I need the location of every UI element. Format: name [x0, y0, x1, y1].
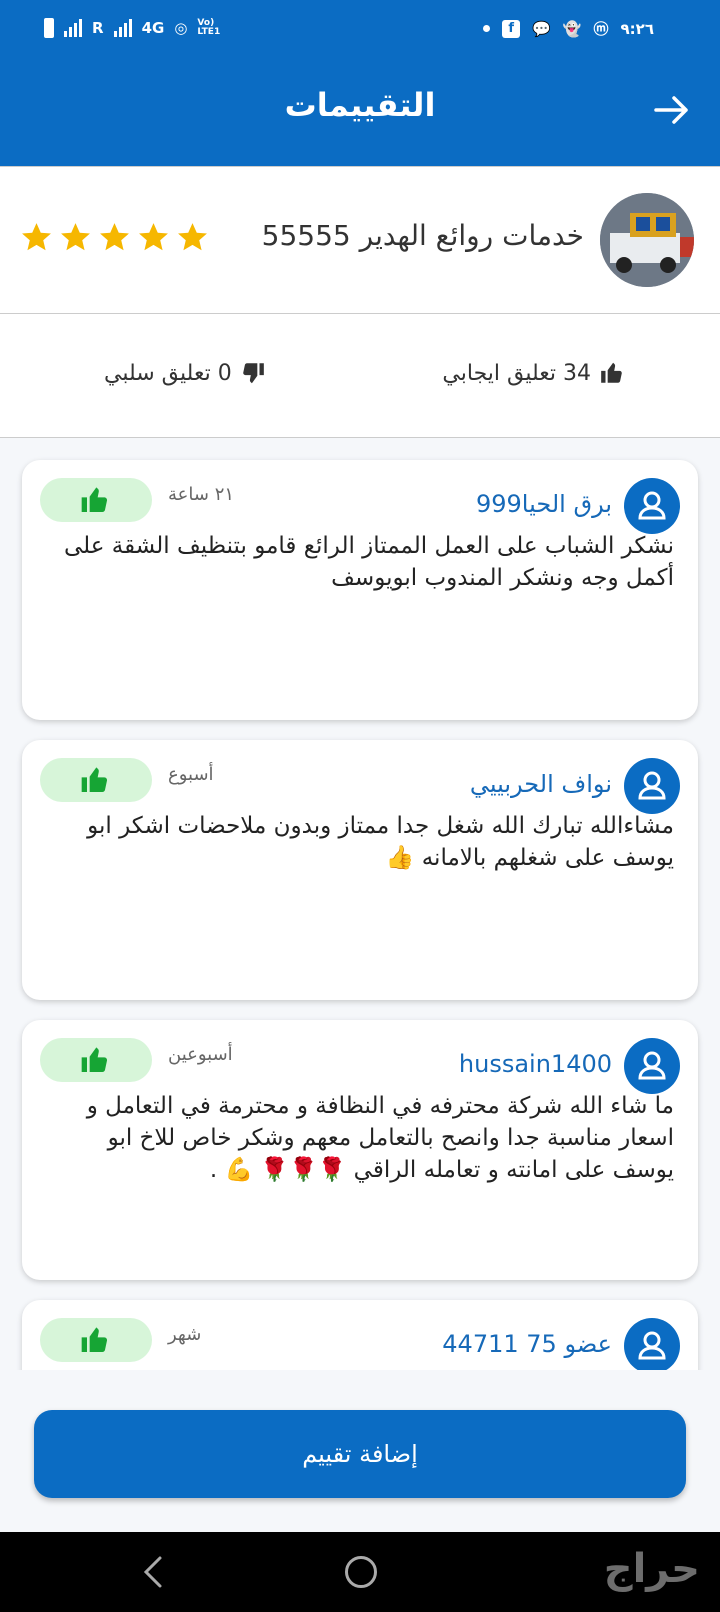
review-card: برق الحيا999 ٢١ ساعة نشكر الشباب على الع… [22, 460, 698, 720]
user-avatar-icon [624, 1038, 680, 1094]
user-avatar-icon [624, 478, 680, 534]
review-time: شهر [168, 1324, 202, 1345]
nav-home-icon[interactable] [345, 1556, 377, 1588]
review-card: hussain1400 أسبوعين ما شاء الله شركة محت… [22, 1020, 698, 1280]
company-name: خدمات روائع الهدير 55555 [261, 219, 584, 252]
company-header: خدمات روائع الهدير 55555 [0, 166, 720, 314]
signal-icon [64, 19, 82, 37]
reviewer-name[interactable]: نواف الحربييي [470, 770, 612, 798]
positive-count-label: 34 تعليق ايجابي [442, 360, 591, 386]
app-bar: التقييمات [0, 62, 720, 166]
signal-icon-2 [113, 19, 132, 37]
reviewer-name[interactable]: عضو 75 44711 [442, 1330, 612, 1358]
truck-photo-icon [600, 193, 694, 287]
star-icon [61, 223, 90, 251]
star-icon [22, 223, 51, 251]
clock: ٩:٢٦ [620, 19, 654, 38]
review-text: مشاءالله تبارك الله شغل جدا ممتاز وبدون … [87, 813, 674, 871]
arrow-right-icon[interactable] [650, 88, 694, 132]
hotspot-icon: ◎ [174, 19, 188, 37]
like-badge [40, 1038, 152, 1082]
star-icon [100, 223, 129, 251]
bottom-action-area: إضافة تقييم [0, 1370, 720, 1532]
roaming-label: R [92, 19, 104, 37]
like-badge [40, 758, 152, 802]
user-avatar-icon [624, 1318, 680, 1374]
facebook-icon: f [502, 19, 521, 38]
company-avatar[interactable] [600, 193, 694, 287]
status-bar: R 4G ◎ Vo) LTE1 f 💬 👻 ⓜ ٩:٢٦ [0, 0, 720, 62]
notification-dot-icon [483, 25, 491, 32]
star-icon [178, 223, 207, 251]
messenger-icon: ⓜ [593, 20, 609, 38]
review-text: ما شاء الله شركة محترفه في النظافة و محت… [86, 1093, 674, 1183]
review-card: نواف الحربييي أسبوع مشاءالله تبارك الله … [22, 740, 698, 1000]
review-time: أسبوع [168, 764, 214, 785]
chat-bubble-icon: 💬 [532, 19, 551, 38]
review-time: ٢١ ساعة [168, 484, 235, 505]
thumbs-up-icon [81, 767, 108, 792]
star-icon [139, 223, 168, 251]
reviewer-name[interactable]: برق الحيا999 [476, 490, 612, 518]
thumbs-down-icon [242, 363, 264, 384]
network-label: 4G [141, 19, 165, 37]
thumbs-up-icon [601, 362, 622, 383]
thumbs-up-icon [81, 487, 108, 512]
like-badge [40, 1318, 152, 1362]
reviewer-name[interactable]: hussain1400 [459, 1050, 612, 1078]
thumbs-up-icon [81, 1047, 108, 1072]
thumbs-up-icon [81, 1327, 108, 1352]
status-right: f 💬 👻 ⓜ ٩:٢٦ [483, 18, 654, 39]
negative-count[interactable]: 0 تعليق سلبي [104, 360, 266, 386]
like-badge [40, 478, 152, 522]
review-time: أسبوعين [168, 1044, 233, 1065]
positive-count[interactable]: 34 تعليق ايجابي [442, 360, 625, 386]
add-review-button[interactable]: إضافة تقييم [34, 1410, 686, 1498]
nav-back-icon[interactable] [138, 1552, 168, 1592]
review-text: نشكر الشباب على العمل الممتاز الرائع قام… [63, 533, 674, 591]
status-left: R 4G ◎ Vo) LTE1 [44, 18, 220, 38]
system-nav-bar: حراج [0, 1532, 720, 1612]
review-counts: 34 تعليق ايجابي 0 تعليق سلبي [0, 314, 720, 438]
negative-count-label: 0 تعليق سلبي [104, 360, 232, 386]
rating-stars [20, 221, 209, 254]
battery-icon [44, 18, 54, 38]
page-title: التقييمات [284, 86, 436, 124]
snapchat-icon: 👻 [562, 19, 582, 38]
watermark-logo: حراج [603, 1546, 700, 1592]
user-avatar-icon [624, 758, 680, 814]
volte-label: Vo) LTE1 [197, 18, 221, 37]
